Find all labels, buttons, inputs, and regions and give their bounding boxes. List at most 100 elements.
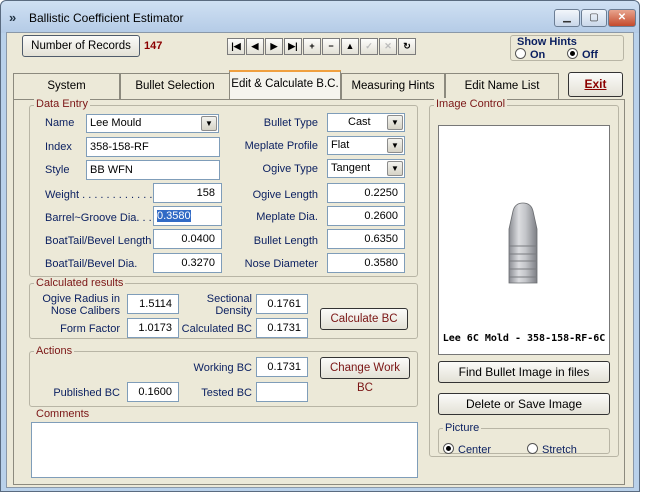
- radio-selected-icon: [567, 48, 578, 59]
- ogive-type-label: Ogive Type: [262, 163, 318, 175]
- maximize-icon: ▢: [589, 12, 599, 23]
- tab-label: Bullet Selection: [135, 80, 215, 92]
- name-value: Lee Mould: [90, 117, 142, 129]
- picture-center-radio[interactable]: Center: [443, 443, 491, 456]
- next-record-button[interactable]: ▶: [265, 38, 283, 55]
- boattail-dia-label: BoatTail/Bevel Dia.: [45, 258, 138, 270]
- maximize-button[interactable]: ▢: [581, 9, 607, 27]
- title-bar[interactable]: » Ballistic Coefficient Estimator ▁ ▢ ✕: [1, 1, 639, 33]
- minimize-icon: ▁: [563, 12, 571, 23]
- chevron-down-icon[interactable]: ▼: [387, 161, 403, 176]
- working-bc-field[interactable]: 0.1731: [256, 357, 308, 377]
- boattail-length-label: BoatTail/Bevel Length: [45, 235, 152, 247]
- calculated-bc-field: 0.1731: [256, 318, 308, 338]
- radio-selected-icon: [443, 443, 454, 454]
- app-icon: »: [9, 10, 17, 25]
- close-button[interactable]: ✕: [608, 9, 636, 27]
- find-bullet-image-button[interactable]: Find Bullet Image in files: [438, 361, 610, 383]
- tab-system[interactable]: System: [13, 73, 120, 99]
- data-entry-title: Data Entry: [34, 98, 90, 110]
- boattail-dia-field[interactable]: 0.3270: [153, 253, 222, 273]
- tested-bc-field[interactable]: [256, 382, 308, 402]
- image-caption: Lee 6C Mold - 358-158-RF-6C: [442, 333, 606, 344]
- name-label: Name: [45, 117, 75, 129]
- chevron-down-icon[interactable]: ▼: [387, 138, 403, 153]
- bullet-length-label: Bullet Length: [253, 235, 318, 247]
- tab-label: Edit & Calculate B.C.: [231, 78, 339, 90]
- refresh-record-icon: ↻: [403, 41, 411, 51]
- weight-field[interactable]: 158: [153, 183, 222, 203]
- boattail-length-field[interactable]: 0.0400: [153, 229, 222, 249]
- close-icon: ✕: [617, 12, 627, 23]
- calculated-bc-label: Calculated BC: [181, 323, 252, 335]
- nose-diameter-field[interactable]: 0.3580: [327, 253, 405, 273]
- barrel-groove-field[interactable]: 0.3580: [153, 206, 222, 226]
- bullet-image: [508, 202, 538, 284]
- form-factor-label: Form Factor: [60, 323, 120, 335]
- post-record-icon: ✓: [365, 41, 373, 51]
- meplate-profile-label: Meplate Profile: [244, 140, 318, 152]
- exit-button[interactable]: Exit: [568, 72, 623, 97]
- picture-title: Picture: [443, 422, 482, 434]
- working-bc-label: Working BC: [193, 362, 252, 374]
- calculated-results-title: Calculated results: [34, 277, 126, 289]
- name-select[interactable]: Lee Mould ▼: [86, 114, 219, 133]
- index-field[interactable]: 358-158-RF: [86, 137, 220, 157]
- meplate-dia-field[interactable]: 0.2600: [327, 206, 405, 226]
- ogive-length-field[interactable]: 0.2250: [327, 183, 405, 203]
- add-record-icon: +: [309, 41, 315, 51]
- refresh-record-button[interactable]: ↻: [398, 38, 416, 55]
- number-of-records-button[interactable]: Number of Records: [22, 35, 140, 57]
- bullet-type-select[interactable]: Cast ▼: [327, 113, 405, 132]
- delete-save-image-button[interactable]: Delete or Save Image: [438, 393, 610, 415]
- radio-icon: [527, 443, 538, 454]
- cancel-record-button[interactable]: ✕: [379, 38, 397, 55]
- barrel-groove-value: 0.3580: [157, 210, 191, 222]
- hints-off-radio[interactable]: Off: [567, 48, 598, 61]
- ogive-radius-field: 1.5114: [127, 294, 179, 314]
- bullet-length-field[interactable]: 0.6350: [327, 229, 405, 249]
- image-control-title: Image Control: [434, 98, 508, 110]
- edit-record-icon: ▲: [345, 41, 355, 51]
- chevron-down-icon[interactable]: ▼: [387, 115, 403, 130]
- prev-record-button[interactable]: ◀: [246, 38, 264, 55]
- cancel-record-icon: ✕: [384, 41, 392, 51]
- comments-field[interactable]: [31, 422, 418, 478]
- tab-measuring-hints[interactable]: Measuring Hints: [341, 73, 445, 99]
- first-record-button[interactable]: |◀: [227, 38, 245, 55]
- style-field[interactable]: BB WFN: [86, 160, 220, 180]
- meplate-profile-select[interactable]: Flat ▼: [327, 136, 405, 155]
- tab-bullet-selection[interactable]: Bullet Selection: [120, 73, 230, 99]
- meplate-dia-label: Meplate Dia.: [256, 211, 318, 223]
- delete-record-button[interactable]: −: [322, 38, 340, 55]
- tab-edit-calculate[interactable]: Edit & Calculate B.C.: [229, 70, 341, 100]
- change-work-bc-button[interactable]: Change Work BC: [320, 357, 410, 394]
- ogive-type-value: Tangent: [331, 162, 371, 174]
- tab-content-panel: Data Entry Name Lee Mould ▼ Index 358-158…: [13, 98, 625, 485]
- calculate-bc-button[interactable]: Calculate BC: [320, 308, 408, 330]
- tab-edit-name-list[interactable]: Edit Name List: [445, 73, 559, 99]
- meplate-profile-value: Flat: [331, 139, 350, 151]
- add-record-button[interactable]: +: [303, 38, 321, 55]
- tab-label: Measuring Hints: [351, 80, 435, 92]
- tested-bc-label: Tested BC: [201, 387, 252, 399]
- main-panel: Number of Records 147 |◀ ◀ ▶ ▶| + − ▲ ✓ ✕ ↻ Show …: [6, 32, 634, 488]
- edit-record-button[interactable]: ▲: [341, 38, 359, 55]
- prev-record-icon: ◀: [251, 41, 259, 51]
- published-bc-field[interactable]: 0.1600: [127, 382, 179, 402]
- picture-stretch-radio[interactable]: Stretch: [527, 443, 577, 456]
- last-record-button[interactable]: ▶|: [284, 38, 302, 55]
- bullet-type-value: Cast: [348, 116, 371, 128]
- post-record-button[interactable]: ✓: [360, 38, 378, 55]
- hints-off-label: Off: [582, 49, 598, 61]
- ogive-type-select[interactable]: Tangent ▼: [327, 159, 405, 178]
- stretch-label: Stretch: [542, 444, 577, 456]
- weight-label: Weight . . . . . . . . . . . .: [45, 189, 153, 201]
- chevron-down-icon[interactable]: ▼: [201, 116, 217, 131]
- minimize-button[interactable]: ▁: [554, 9, 580, 27]
- hints-on-radio[interactable]: On: [515, 48, 545, 61]
- radio-icon: [515, 48, 526, 59]
- tab-label: Edit Name List: [464, 80, 540, 92]
- last-record-icon: ▶|: [288, 41, 298, 51]
- records-count: 147: [144, 40, 163, 52]
